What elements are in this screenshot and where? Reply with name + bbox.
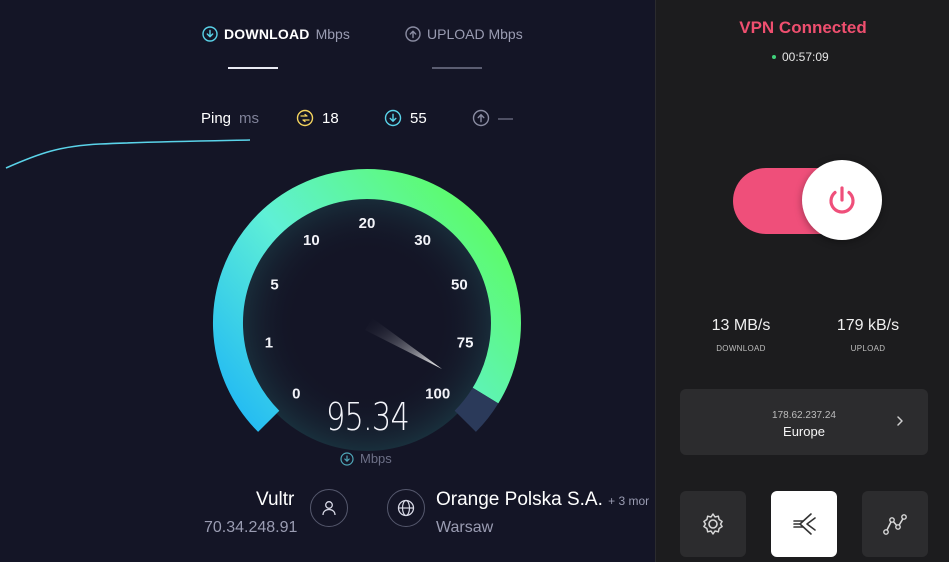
network-icon [883, 514, 907, 535]
vpn-download-value: 13 MB/s [711, 317, 771, 334]
gauge-tick-label: 20 [359, 215, 376, 232]
ping-download: 55 [384, 108, 427, 128]
speedtest-panel: DOWNLOAD Mbps UPLOAD Mbps Ping ms 18 55 [0, 0, 655, 562]
gauge-tick-label: 75 [457, 335, 474, 352]
gauge-tick-label: 5 [270, 277, 278, 294]
vpn-server-ip: 178.62.237.24 [772, 410, 836, 421]
ping-jitter: 18 [296, 108, 339, 128]
settings-button[interactable] [680, 491, 746, 557]
speed-unit: Mbps [360, 451, 392, 466]
gauge-tick-label: 1 [265, 335, 273, 352]
ping-upload: — [472, 108, 513, 128]
download-arrow-icon [340, 451, 354, 466]
speed-reading: 95.34 [325, 395, 410, 439]
isp-city: Warsaw [436, 519, 494, 536]
vpn-server-location: Europe [783, 424, 825, 439]
jitter-icon [296, 109, 314, 127]
speedtest-button[interactable] [771, 491, 837, 557]
vpn-status: VPN Connected [739, 18, 867, 37]
connected-dot-icon [772, 55, 776, 59]
chevron-right-icon [897, 416, 903, 426]
server-name[interactable]: Vultr [256, 489, 294, 511]
vpn-server-card[interactable]: 178.62.237.24 Europe [680, 389, 928, 455]
gauge-tick-label: 100 [425, 386, 450, 403]
server-ip: 70.34.248.91 [204, 519, 298, 536]
upload-arrow-icon [472, 109, 490, 127]
tab-upload-label: UPLOAD Mbps [427, 26, 523, 42]
gauge-tick-label: 30 [414, 232, 431, 249]
vpn-power-toggle[interactable] [802, 160, 882, 240]
settings-icon [703, 513, 723, 535]
ping-label: Ping [201, 109, 232, 127]
vpn-timer: 00:57:09 [772, 50, 829, 64]
download-arrow-icon [384, 109, 402, 127]
vpn-upload-label: UPLOAD [850, 344, 886, 353]
isp-more[interactable]: + 3 mor [608, 494, 649, 508]
isp-name-row[interactable]: Orange Polska S.A. + 3 mor [436, 489, 649, 511]
ping-download-value: 55 [410, 109, 427, 127]
upload-arrow-icon [405, 26, 421, 42]
isp-name: Orange Polska S.A. [436, 489, 603, 510]
vpn-timer-value: 00:57:09 [782, 50, 829, 64]
download-arrow-icon [202, 26, 218, 42]
network-button[interactable] [862, 491, 928, 557]
tab-download[interactable]: DOWNLOAD Mbps [202, 22, 350, 46]
gauge-tick-label: 50 [451, 277, 468, 294]
gauge-tick-label: 0 [292, 386, 300, 403]
tab-upload[interactable]: UPLOAD Mbps [405, 22, 523, 46]
tab-download-unit: Mbps [315, 26, 350, 42]
speed-unit-row: Mbps [340, 451, 392, 466]
ping-upload-value: — [498, 109, 513, 127]
power-icon [829, 186, 855, 214]
tab-download-underline [228, 67, 278, 69]
user-icon[interactable] [310, 489, 348, 527]
tab-upload-underline [432, 67, 482, 69]
vpn-panel: VPN Connected 00:57:09 13 MB/s DOWNLOAD … [655, 0, 949, 562]
tab-download-label: DOWNLOAD [224, 26, 310, 42]
gauge-tick-label: 10 [303, 232, 320, 249]
vpn-download-label: DOWNLOAD [716, 344, 766, 353]
speedtest-icon [793, 513, 816, 535]
globe-icon[interactable] [387, 489, 425, 527]
ping-jitter-value: 18 [322, 109, 339, 127]
ping-label-group: Ping ms [201, 108, 259, 128]
ping-unit: ms [239, 109, 260, 127]
vpn-upload-value: 179 kB/s [836, 317, 900, 334]
gauge-arc-remaining [454, 387, 499, 432]
